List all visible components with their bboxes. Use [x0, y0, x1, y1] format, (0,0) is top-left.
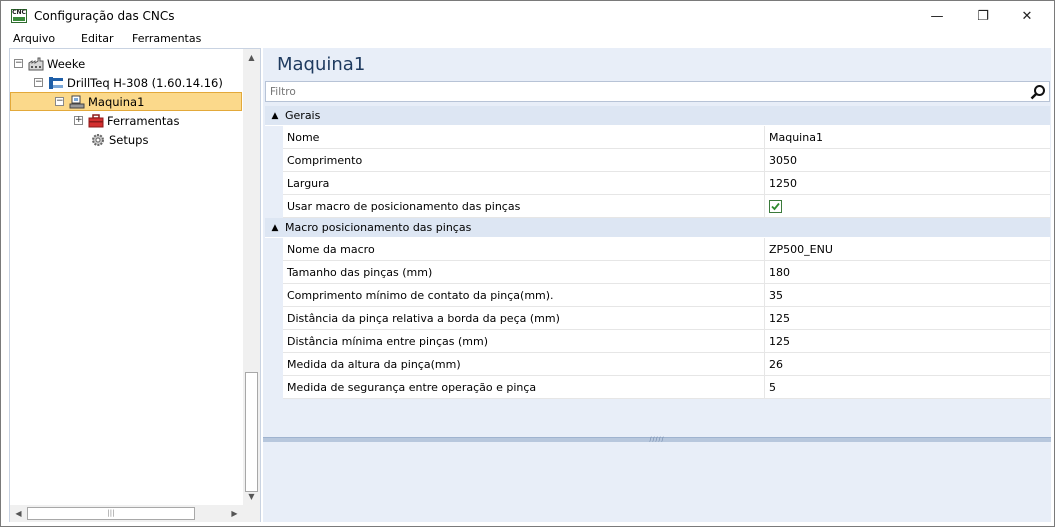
- scroll-down-icon[interactable]: ▼: [243, 488, 260, 505]
- minimize-button[interactable]: —: [914, 1, 960, 31]
- property-name: Tamanho das pinças (mm): [287, 266, 433, 279]
- tree-item-drillteq[interactable]: − DrillTeq H-308 (1.60.14.16): [34, 73, 223, 92]
- property-name: Nome da macro: [287, 243, 375, 256]
- property-value[interactable]: Maquina1: [769, 131, 823, 144]
- property-name: Medida da altura da pinça(mm): [287, 358, 461, 371]
- description-pane: [263, 442, 1051, 522]
- property-name: Medida de segurança entre operação e pin…: [287, 381, 537, 394]
- property-row[interactable]: Medida de segurança entre operação e pin…: [265, 376, 1050, 399]
- tree-item-ferramentas[interactable]: + Ferramentas: [74, 111, 179, 130]
- group-header-gerais[interactable]: ▲ Gerais: [265, 106, 1050, 126]
- tree-item-weeke[interactable]: − Weeke: [14, 54, 85, 73]
- window-title: Configuração das CNCs: [34, 9, 175, 23]
- toolbox-icon: [88, 113, 104, 128]
- page-title: Maquina1: [277, 54, 366, 75]
- property-value[interactable]: 5: [769, 381, 776, 394]
- property-row[interactable]: Nome Maquina1: [265, 126, 1050, 149]
- property-name: Comprimento: [287, 154, 363, 167]
- scroll-left-icon[interactable]: ◀: [10, 505, 27, 522]
- property-value[interactable]: ZP500_ENU: [769, 243, 833, 256]
- property-name: Nome: [287, 131, 320, 144]
- search-icon[interactable]: [1030, 84, 1046, 100]
- property-grid: ▲ Gerais Nome Maquina1 Comprimento 3050 …: [265, 106, 1050, 399]
- horizontal-scroll-thumb[interactable]: |||: [27, 507, 195, 520]
- tree-item-label: Weeke: [47, 56, 86, 71]
- tree-item-setups[interactable]: Setups: [90, 130, 148, 149]
- menu-arquivo[interactable]: Arquivo: [13, 32, 55, 45]
- use-macro-checkbox[interactable]: [769, 200, 782, 213]
- tree-item-label: Maquina1: [88, 94, 145, 109]
- tree-item-label: Ferramentas: [107, 113, 180, 128]
- property-value[interactable]: 180: [769, 266, 790, 279]
- tree-horizontal-scrollbar[interactable]: ◀ ||| ▶: [10, 505, 243, 522]
- menu-bar: Arquivo Editar Ferramentas: [1, 31, 1054, 48]
- checkmark-icon: [771, 202, 780, 211]
- property-name: Distância mínima entre pinças (mm): [287, 335, 489, 348]
- property-row[interactable]: Medida da altura da pinça(mm) 26: [265, 353, 1050, 376]
- expand-expander[interactable]: +: [74, 116, 83, 125]
- maximize-button[interactable]: ❐: [960, 1, 1006, 31]
- property-row[interactable]: Comprimento 3050: [265, 149, 1050, 172]
- collapse-expander[interactable]: −: [34, 78, 43, 87]
- tree-item-maquina1[interactable]: − Maquina1: [10, 92, 242, 111]
- factory-icon: [28, 57, 44, 71]
- tree-item-label: Setups: [109, 132, 149, 147]
- property-value[interactable]: 1250: [769, 177, 797, 190]
- details-panel: Maquina1 ▲ Gerais Nome Maquina1 Comprime…: [263, 48, 1051, 522]
- filter-input[interactable]: [266, 82, 1006, 101]
- filter-box: [265, 81, 1050, 102]
- property-value[interactable]: 26: [769, 358, 783, 371]
- app-icon-label: CNC: [12, 9, 26, 16]
- property-value[interactable]: 3050: [769, 154, 797, 167]
- machine-icon: [48, 76, 64, 90]
- tree-vertical-scrollbar[interactable]: ▲ ▼: [243, 49, 260, 505]
- cnc-app-icon: CNC: [11, 9, 27, 23]
- scrollbar-corner: [243, 505, 260, 522]
- property-value[interactable]: 125: [769, 312, 790, 325]
- close-button[interactable]: ✕: [1004, 1, 1050, 31]
- menu-ferramentas[interactable]: Ferramentas: [132, 32, 201, 45]
- scroll-up-icon[interactable]: ▲: [243, 49, 260, 66]
- app-window: CNC Configuração das CNCs — ❐ ✕ Arquivo …: [0, 0, 1055, 527]
- property-value[interactable]: 125: [769, 335, 790, 348]
- collapse-expander[interactable]: −: [14, 59, 23, 68]
- property-row[interactable]: Distância da pinça relativa a borda da p…: [265, 307, 1050, 330]
- property-row[interactable]: Distância mínima entre pinças (mm) 125: [265, 330, 1050, 353]
- property-row[interactable]: Largura 1250: [265, 172, 1050, 195]
- property-row[interactable]: Comprimento mínimo de contato da pinça(m…: [265, 284, 1050, 307]
- title-bar: CNC Configuração das CNCs — ❐ ✕: [1, 1, 1054, 31]
- gear-icon: [90, 133, 106, 147]
- machine-node-icon: [69, 95, 85, 109]
- collapse-chevron-icon[interactable]: ▲: [265, 223, 285, 233]
- tree-item-label: DrillTeq H-308 (1.60.14.16): [67, 75, 223, 90]
- property-row[interactable]: Usar macro de posicionamento das pinças: [265, 195, 1050, 218]
- property-row[interactable]: Tamanho das pinças (mm) 180: [265, 261, 1050, 284]
- property-row[interactable]: Nome da macro ZP500_ENU: [265, 238, 1050, 261]
- collapse-expander[interactable]: −: [55, 97, 64, 106]
- menu-editar[interactable]: Editar: [81, 32, 114, 45]
- property-name: Distância da pinça relativa a borda da p…: [287, 312, 560, 325]
- property-value[interactable]: 35: [769, 289, 783, 302]
- group-label: Gerais: [285, 109, 321, 122]
- property-name: Comprimento mínimo de contato da pinça(m…: [287, 289, 554, 302]
- scroll-right-icon[interactable]: ▶: [226, 505, 243, 522]
- property-name: Largura: [287, 177, 330, 190]
- property-name: Usar macro de posicionamento das pinças: [287, 200, 521, 213]
- vertical-scroll-thumb[interactable]: [245, 372, 258, 492]
- collapse-chevron-icon[interactable]: ▲: [265, 111, 285, 121]
- group-header-macro[interactable]: ▲ Macro posicionamento das pinças: [265, 218, 1050, 238]
- group-label: Macro posicionamento das pinças: [285, 221, 472, 234]
- tree-panel: − Weeke − DrillTeq H-308 (1.60.14.16) − …: [9, 48, 261, 522]
